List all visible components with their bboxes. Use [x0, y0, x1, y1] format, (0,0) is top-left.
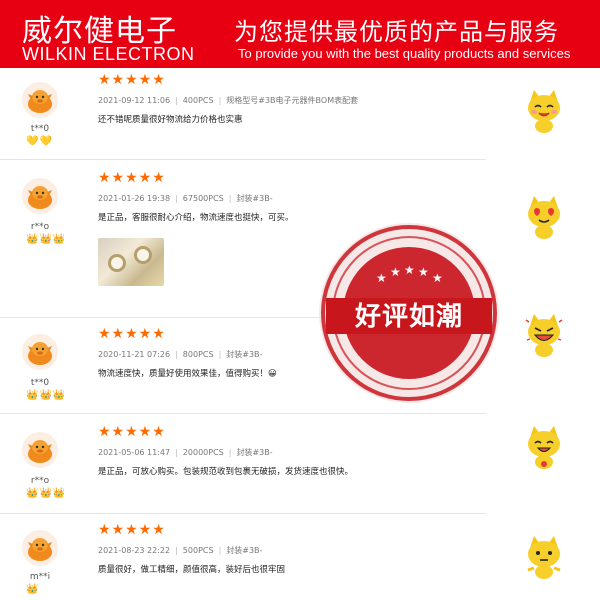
- member-badge-icon: 👑👑👑: [26, 488, 67, 499]
- review-qty: 67500PCS: [182, 194, 224, 203]
- review-spec: 封装#3B-: [236, 448, 273, 457]
- review-date: 2021-09-12 11:06: [98, 96, 171, 105]
- rating-stars: ★★★★★: [98, 72, 166, 88]
- review-date: 2020-11-21 07:26: [98, 350, 171, 359]
- svg-text:★: ★: [404, 263, 415, 277]
- avatar: [22, 432, 58, 468]
- header-banner: 威尔健电子 WILKIN ELECTRON 为您提供最优质的产品与服务 To p…: [0, 0, 600, 68]
- review-text: 物流速度快，质量好使用效果佳，值得购买！😀: [98, 369, 277, 379]
- cat-emoji-icon: [524, 88, 564, 134]
- rating-stars: ★★★★★: [98, 522, 166, 538]
- slogan-en: To provide you with the best quality pro…: [238, 46, 571, 61]
- cat-emoji-icon: [524, 534, 564, 580]
- username: t**0: [30, 378, 50, 388]
- review-item: m**i 👑 ★★★★★ 2021-08-23 22:22 | 500PCS | 封装#…: [0, 514, 486, 600]
- member-badge-icon: 👑👑👑: [26, 234, 67, 245]
- reel-image: [108, 254, 126, 272]
- username: r**o: [30, 222, 50, 232]
- svg-text:★: ★: [418, 265, 429, 279]
- review-meta: 2021-05-06 11:47 | 20000PCS | 封装#3B-: [98, 448, 273, 457]
- member-badge-icon: 💛💛: [26, 136, 53, 147]
- review-text: 质量很好，做工精细，颜值很高，装好后也很牢固: [98, 565, 286, 575]
- member-badge-icon: 👑👑👑: [26, 390, 67, 401]
- username: m**i: [29, 572, 51, 582]
- cat-emoji-icon: [524, 424, 564, 470]
- review-meta: 2021-09-12 11:06 | 400PCS | 规格型号#3B电子元器件BOM表…: [98, 96, 359, 105]
- review-item: t**0 💛💛 ★★★★★ 2021-09-12 11:06 | 400PCS | 规格…: [0, 68, 486, 160]
- review-photo[interactable]: [98, 238, 164, 286]
- review-item: r**o 👑👑👑 ★★★★★ 2021-05-06 11:47 | 20000PCS…: [0, 414, 486, 514]
- review-date: 2021-05-06 11:47: [98, 448, 171, 457]
- review-meta: 2021-08-23 22:22 | 500PCS | 封装#3B-: [98, 546, 263, 555]
- svg-text:★: ★: [390, 265, 401, 279]
- avatar: [22, 530, 58, 566]
- review-spec: 规格型号#3B电子元器件BOM表配套: [226, 96, 359, 105]
- review-spec: 封装#3B-: [236, 194, 273, 203]
- review-qty: 400PCS: [182, 96, 214, 105]
- review-date: 2021-08-23 22:22: [98, 546, 171, 555]
- review-qty: 800PCS: [182, 350, 214, 359]
- rating-stars: ★★★★★: [98, 170, 166, 186]
- avatar: [22, 178, 58, 214]
- avatar: [22, 82, 58, 118]
- review-text: 是正品，客服很耐心介绍，物流速度也挺快，可买。: [98, 213, 294, 223]
- review-qty: 500PCS: [182, 546, 214, 555]
- review-date: 2021-01-26 19:38: [98, 194, 171, 203]
- cat-emoji-icon: [524, 194, 564, 240]
- praise-stamp: ★ ★ ★ ★ ★ 好评如潮: [316, 220, 502, 406]
- slogan-cn: 为您提供最优质的产品与服务: [234, 18, 559, 46]
- svg-text:★: ★: [432, 271, 443, 285]
- review-spec: 封装#3B-: [226, 546, 263, 555]
- avatar: [22, 334, 58, 370]
- reel-image: [134, 246, 152, 264]
- svg-text:★: ★: [376, 271, 387, 285]
- review-meta: 2021-01-26 19:38 | 67500PCS | 封装#3B-: [98, 194, 273, 203]
- username: t**0: [30, 124, 50, 134]
- review-text: 还不错呢质量很好物流给力价格也实惠: [98, 115, 243, 125]
- review-qty: 20000PCS: [182, 448, 224, 457]
- review-text: 是正品，可放心购买。包装规范收到包裹无破损，发货速度也很快。: [98, 467, 354, 477]
- brand-name-en: WILKIN ELECTRON: [22, 44, 195, 64]
- rating-stars: ★★★★★: [98, 424, 166, 440]
- review-meta: 2020-11-21 07:26 | 800PCS | 封装#3B-: [98, 350, 263, 359]
- review-spec: 封装#3B-: [226, 350, 263, 359]
- cat-emoji-icon: [524, 312, 564, 358]
- stamp-text: 好评如潮: [354, 302, 463, 332]
- username: r**o: [30, 476, 50, 486]
- member-badge-icon: 👑: [26, 584, 40, 595]
- rating-stars: ★★★★★: [98, 326, 166, 342]
